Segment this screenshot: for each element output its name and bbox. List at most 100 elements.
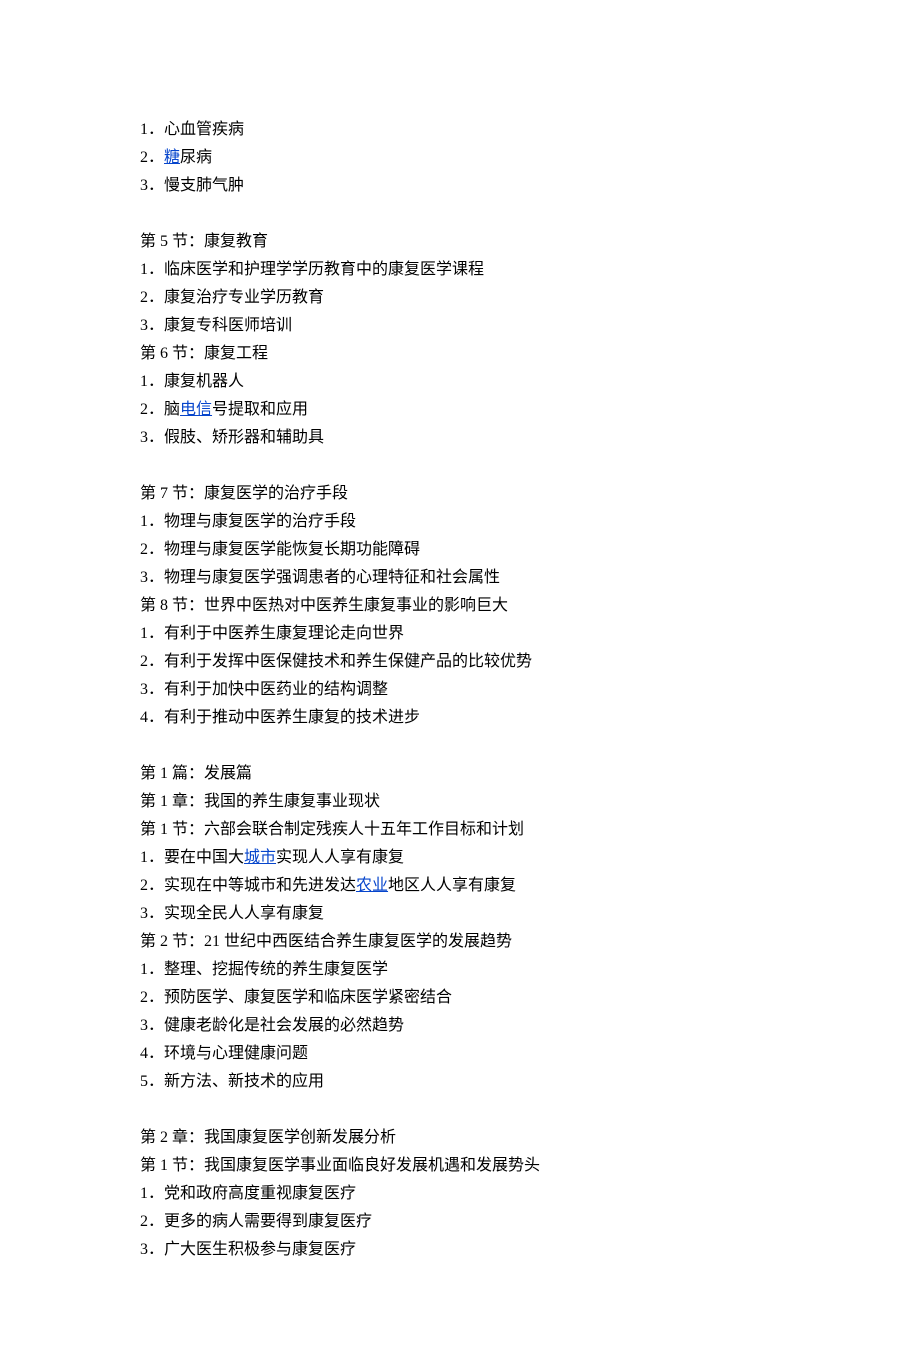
item-number: 3．: [140, 1017, 164, 1034]
item-number: 2．: [140, 149, 164, 166]
chapter-heading: 第 1 章：我国的养生康复事业现状: [140, 788, 780, 816]
item-number: 2．: [140, 401, 164, 418]
item-number: 5．: [140, 1073, 164, 1090]
item-text: 假肢、矫形器和辅助具: [164, 429, 324, 446]
list-item: 1．整理、挖掘传统的养生康复医学: [140, 956, 780, 984]
item-text-prefix: 脑: [164, 401, 180, 418]
item-text: 康复专科医师培训: [164, 317, 292, 334]
item-number: 3．: [140, 681, 164, 698]
item-number: 2．: [140, 653, 164, 670]
hyperlink-telecom[interactable]: 电信: [180, 401, 212, 418]
list-item: 2．物理与康复医学能恢复长期功能障碍: [140, 536, 780, 564]
item-text: 更多的病人需要得到康复医疗: [164, 1213, 372, 1230]
list-item: 3．慢支肺气肿: [140, 172, 780, 200]
section-heading: 第 7 节：康复医学的治疗手段: [140, 480, 780, 508]
item-number: 2．: [140, 541, 164, 558]
item-text-prefix: 要在中国大: [164, 849, 244, 866]
chapter-heading: 第 2 章：我国康复医学创新发展分析: [140, 1124, 780, 1152]
item-text: 有利于发挥中医保健技术和养生保健产品的比较优势: [164, 653, 532, 670]
hyperlink-sugar[interactable]: 糖: [164, 149, 180, 166]
list-item: 2．预防医学、康复医学和临床医学紧密结合: [140, 984, 780, 1012]
list-item: 2．实现在中等城市和先进发达农业地区人人享有康复: [140, 872, 780, 900]
list-item: 5．新方法、新技术的应用: [140, 1068, 780, 1096]
document-page: 1．心血管疾病 2．糖尿病 3．慢支肺气肿 第 5 节：康复教育 1．临床医学和…: [0, 0, 920, 1354]
item-number: 3．: [140, 569, 164, 586]
list-item: 2．更多的病人需要得到康复医疗: [140, 1208, 780, 1236]
list-item: 3．实现全民人人享有康复: [140, 900, 780, 928]
item-text: 实现人人享有康复: [276, 849, 404, 866]
section-heading: 第 5 节：康复教育: [140, 228, 780, 256]
list-item: 1．物理与康复医学的治疗手段: [140, 508, 780, 536]
list-item: 4．环境与心理健康问题: [140, 1040, 780, 1068]
item-number: 4．: [140, 1045, 164, 1062]
blank-line: [140, 1096, 780, 1124]
item-text: 有利于推动中医养生康复的技术进步: [164, 709, 420, 726]
item-text: 健康老龄化是社会发展的必然趋势: [164, 1017, 404, 1034]
list-item: 1．要在中国大城市实现人人享有康复: [140, 844, 780, 872]
item-number: 1．: [140, 1185, 164, 1202]
item-number: 2．: [140, 989, 164, 1006]
item-number: 3．: [140, 317, 164, 334]
list-item: 2．脑电信号提取和应用: [140, 396, 780, 424]
item-text: 新方法、新技术的应用: [164, 1073, 324, 1090]
list-item: 1．党和政府高度重视康复医疗: [140, 1180, 780, 1208]
item-number: 3．: [140, 429, 164, 446]
item-text: 尿病: [180, 149, 212, 166]
item-text: 号提取和应用: [212, 401, 308, 418]
item-text: 地区人人享有康复: [388, 877, 516, 894]
list-item: 3．假肢、矫形器和辅助具: [140, 424, 780, 452]
list-item: 3．康复专科医师培训: [140, 312, 780, 340]
list-item: 1．有利于中医养生康复理论走向世界: [140, 620, 780, 648]
item-text-prefix: 实现在中等城市和先进发达: [164, 877, 356, 894]
item-text: 物理与康复医学能恢复长期功能障碍: [164, 541, 420, 558]
item-number: 1．: [140, 513, 164, 530]
item-text: 有利于加快中医药业的结构调整: [164, 681, 388, 698]
item-text: 有利于中医养生康复理论走向世界: [164, 625, 404, 642]
item-number: 2．: [140, 289, 164, 306]
list-item: 1．心血管疾病: [140, 116, 780, 144]
item-text: 预防医学、康复医学和临床医学紧密结合: [164, 989, 452, 1006]
section-heading: 第 8 节：世界中医热对中医养生康复事业的影响巨大: [140, 592, 780, 620]
item-number: 3．: [140, 1241, 164, 1258]
item-number: 1．: [140, 961, 164, 978]
item-text: 物理与康复医学的治疗手段: [164, 513, 356, 530]
item-text: 实现全民人人享有康复: [164, 905, 324, 922]
item-number: 1．: [140, 849, 164, 866]
item-text: 康复治疗专业学历教育: [164, 289, 324, 306]
blank-line: [140, 732, 780, 760]
item-text: 党和政府高度重视康复医疗: [164, 1185, 356, 1202]
hyperlink-agriculture[interactable]: 农业: [356, 877, 388, 894]
item-number: 3．: [140, 905, 164, 922]
list-item: 3．物理与康复医学强调患者的心理特征和社会属性: [140, 564, 780, 592]
item-text: 环境与心理健康问题: [164, 1045, 308, 1062]
list-item: 1．康复机器人: [140, 368, 780, 396]
section-heading: 第 2 节：21 世纪中西医结合养生康复医学的发展趋势: [140, 928, 780, 956]
item-number: 2．: [140, 877, 164, 894]
blank-line: [140, 200, 780, 228]
list-item: 3．有利于加快中医药业的结构调整: [140, 676, 780, 704]
item-number: 1．: [140, 373, 164, 390]
list-item: 3．广大医生积极参与康复医疗: [140, 1236, 780, 1264]
item-number: 1．: [140, 121, 164, 138]
item-number: 4．: [140, 709, 164, 726]
item-number: 2．: [140, 1213, 164, 1230]
item-text: 康复机器人: [164, 373, 244, 390]
item-text: 广大医生积极参与康复医疗: [164, 1241, 356, 1258]
item-text: 临床医学和护理学学历教育中的康复医学课程: [164, 261, 484, 278]
list-item: 3．健康老龄化是社会发展的必然趋势: [140, 1012, 780, 1040]
item-number: 1．: [140, 261, 164, 278]
item-text: 物理与康复医学强调患者的心理特征和社会属性: [164, 569, 500, 586]
part-heading: 第 1 篇：发展篇: [140, 760, 780, 788]
list-item: 2．康复治疗专业学历教育: [140, 284, 780, 312]
item-text: 慢支肺气肿: [164, 177, 244, 194]
list-item: 4．有利于推动中医养生康复的技术进步: [140, 704, 780, 732]
list-item: 1．临床医学和护理学学历教育中的康复医学课程: [140, 256, 780, 284]
blank-line: [140, 452, 780, 480]
hyperlink-city[interactable]: 城市: [244, 849, 276, 866]
list-item: 2．有利于发挥中医保健技术和养生保健产品的比较优势: [140, 648, 780, 676]
item-text: 心血管疾病: [164, 121, 244, 138]
list-item: 2．糖尿病: [140, 144, 780, 172]
section-heading: 第 6 节：康复工程: [140, 340, 780, 368]
item-text: 整理、挖掘传统的养生康复医学: [164, 961, 388, 978]
section-heading: 第 1 节：我国康复医学事业面临良好发展机遇和发展势头: [140, 1152, 780, 1180]
